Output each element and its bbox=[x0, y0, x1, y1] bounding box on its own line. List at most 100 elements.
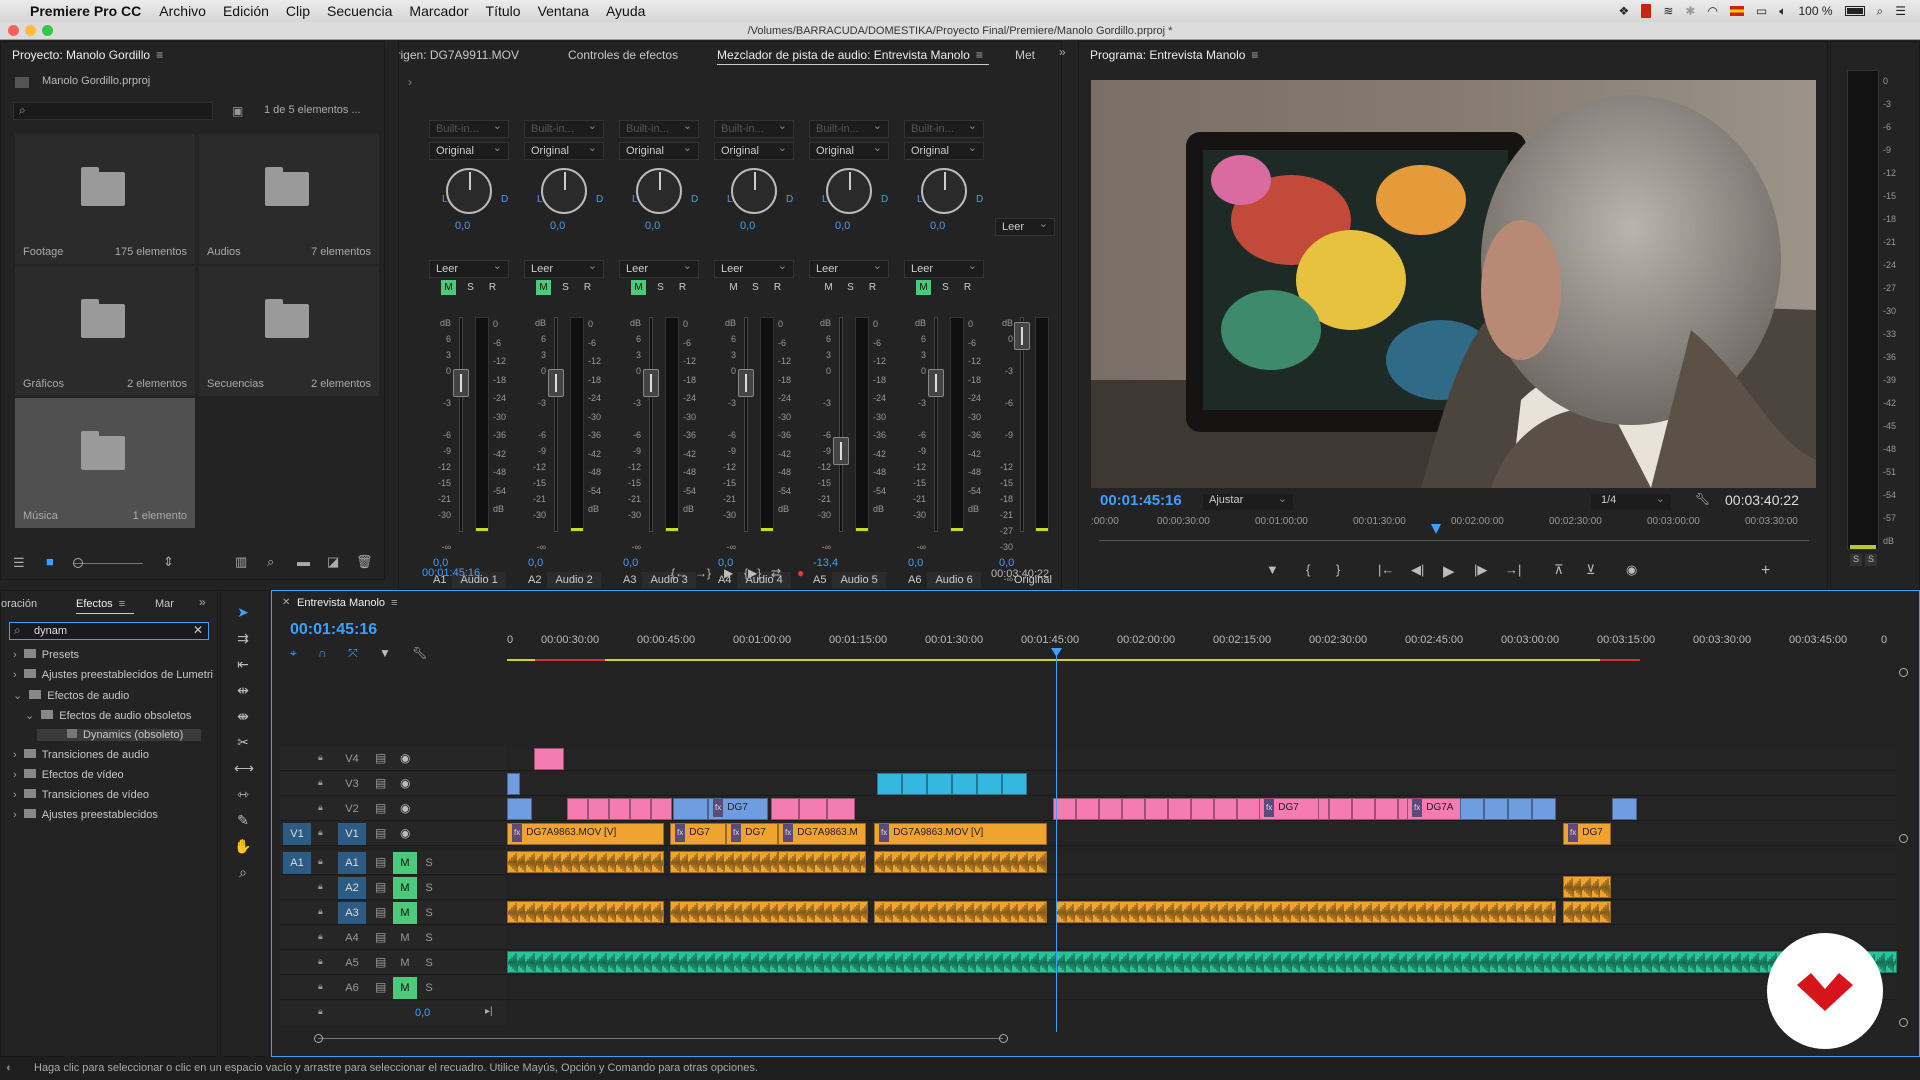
sync-lock-icon[interactable]: ▤ bbox=[375, 980, 386, 994]
pan-knob[interactable] bbox=[731, 168, 777, 214]
record-button[interactable]: R bbox=[675, 280, 690, 295]
effects-tree-item[interactable]: ⌄ Efectos de audio obsoletos bbox=[25, 709, 191, 722]
mark-in-icon[interactable]: { bbox=[1306, 562, 1310, 577]
mute-button[interactable]: M bbox=[631, 280, 646, 295]
track-target-a5[interactable]: A5 bbox=[338, 952, 366, 974]
effects-tree-item[interactable]: › Efectos de vídeo bbox=[13, 769, 124, 781]
mute-button[interactable]: M bbox=[821, 280, 836, 295]
channel-input-select[interactable]: Original bbox=[809, 140, 889, 160]
bin-audios[interactable]: Audios 7 elementos bbox=[199, 134, 379, 264]
video-clip-v2[interactable] bbox=[1076, 798, 1099, 820]
eye-icon[interactable]: ◉ bbox=[400, 776, 410, 790]
fader-cap[interactable] bbox=[643, 369, 659, 397]
menu-secuencia[interactable]: Secuencia bbox=[327, 3, 392, 19]
fader-cap[interactable] bbox=[738, 369, 754, 397]
sync-lock-icon[interactable]: ▤ bbox=[375, 880, 386, 894]
sync-lock-icon[interactable]: ▤ bbox=[375, 751, 386, 765]
lock-icon[interactable]: 🔒︎ bbox=[318, 1006, 323, 1017]
audio-clip-a1[interactable] bbox=[507, 851, 664, 873]
add-button-icon[interactable]: + bbox=[1761, 562, 1770, 580]
track-target-v4[interactable]: V4 bbox=[338, 748, 366, 770]
program-video-frame[interactable] bbox=[1091, 80, 1816, 488]
tab-marcadores[interactable]: Mar bbox=[155, 598, 174, 610]
automate-icon[interactable]: ▥ bbox=[235, 554, 247, 570]
clear-search-icon[interactable]: ✕ bbox=[193, 623, 203, 637]
app-name-menu[interactable]: Premiere Pro CC bbox=[30, 3, 141, 19]
pan-knob[interactable] bbox=[636, 168, 682, 214]
program-timecode[interactable]: 00:01:45:16 bbox=[1100, 492, 1182, 509]
sync-lock-icon[interactable]: ▤ bbox=[375, 930, 386, 944]
video-clip-v1[interactable]: fx DG7A9863.MOV [V] bbox=[874, 823, 1047, 845]
track-mute-button[interactable]: M bbox=[393, 877, 417, 899]
sync-lock-icon[interactable]: ▤ bbox=[375, 955, 386, 969]
vertical-zoom-mid[interactable] bbox=[1899, 834, 1908, 843]
pan-knob[interactable] bbox=[446, 168, 492, 214]
audio-clip-a1[interactable] bbox=[778, 851, 866, 873]
volume-fader[interactable]: dB 6 3 0 -3 -6 -9 -12 -15 -21 -30 -∞ 0 -6 -12 -18 -24 -30… bbox=[524, 307, 609, 552]
play-button[interactable]: ▶ bbox=[1443, 562, 1455, 580]
menu-edicion[interactable]: Edición bbox=[223, 3, 269, 19]
effects-tree-item[interactable]: ⌄ Efectos de audio bbox=[13, 689, 129, 702]
chevron-right-icon[interactable]: › bbox=[13, 809, 20, 821]
scroll-handle-right[interactable] bbox=[999, 1034, 1008, 1043]
solo-left-button[interactable]: S bbox=[1850, 554, 1862, 566]
video-clip-v2[interactable] bbox=[673, 798, 708, 820]
video-clip-v3[interactable] bbox=[902, 773, 927, 795]
minimize-window-icon[interactable] bbox=[25, 25, 36, 36]
effect-slot[interactable]: Built-in... bbox=[714, 118, 794, 138]
video-clip-v2[interactable] bbox=[1145, 798, 1168, 820]
razor-icon[interactable]: ✂ bbox=[234, 734, 252, 752]
audio-clip-a5[interactable] bbox=[507, 951, 1897, 973]
video-clip-v2[interactable] bbox=[507, 798, 532, 820]
project-search-input[interactable]: ⌕ bbox=[13, 102, 213, 120]
rate-stretch-icon[interactable]: ⇼ bbox=[234, 708, 252, 726]
track-mute-button[interactable]: M bbox=[393, 927, 417, 949]
bin-secuencias[interactable]: Secuencias 2 elementos bbox=[199, 266, 379, 396]
bin-musica[interactable]: Música 1 elemento bbox=[15, 398, 195, 528]
more-tabs-icon[interactable]: » bbox=[1059, 45, 1066, 59]
slip-icon[interactable]: ⟷ bbox=[234, 760, 254, 778]
eye-icon[interactable]: ◉ bbox=[400, 801, 410, 815]
effects-tree-item[interactable]: › Ajustes preestablecidos bbox=[13, 809, 158, 821]
chevron-right-icon[interactable]: › bbox=[13, 789, 20, 801]
video-clip-v2[interactable] bbox=[1532, 798, 1556, 820]
volume-fader[interactable]: dB 6 3 0 -3 -6 -9 -12 -15 -21 -30 -∞ 0 -6 -12 -18 -24 -30… bbox=[809, 307, 894, 552]
track-target-a3[interactable]: A3 bbox=[338, 902, 366, 924]
program-tab[interactable]: Programa: Entrevista Manolo ≡ bbox=[1090, 48, 1258, 62]
video-clip-v2[interactable] bbox=[651, 798, 672, 820]
effect-slot[interactable]: Built-in... bbox=[524, 118, 604, 138]
find-icon[interactable]: ⌕ bbox=[267, 554, 274, 570]
solo-button[interactable]: S bbox=[463, 280, 478, 295]
timeline-scrollbar[interactable] bbox=[318, 1038, 1003, 1039]
go-to-end-icon[interactable]: ▸| bbox=[485, 1006, 493, 1017]
slide-icon[interactable]: ⇿ bbox=[234, 786, 252, 804]
sync-lock-icon[interactable]: ▤ bbox=[375, 776, 386, 790]
volume-fader[interactable]: dB 6 3 0 -3 -6 -9 -12 -15 -21 -30 -∞ 0 -6 -12 -18 -24 -30… bbox=[429, 307, 514, 552]
tab-informacion[interactable]: oración bbox=[1, 598, 37, 610]
video-clip-v2[interactable] bbox=[1375, 798, 1398, 820]
lock-icon[interactable]: 🔒︎ bbox=[318, 777, 323, 788]
lock-icon[interactable]: 🔒︎ bbox=[318, 827, 323, 838]
pan-value[interactable]: 0,0 bbox=[740, 220, 755, 232]
track-solo-button[interactable]: S bbox=[420, 877, 438, 899]
solo-button[interactable]: S bbox=[653, 280, 668, 295]
volume-fader[interactable]: dB 6 3 0 -3 -6 -9 -12 -15 -21 -30 -∞ 0 -6 -12 -18 -24 -30… bbox=[619, 307, 704, 552]
source-patch-a1[interactable]: A1 bbox=[283, 852, 311, 874]
menu-ventana[interactable]: Ventana bbox=[538, 3, 589, 19]
menu-titulo[interactable]: Título bbox=[486, 3, 521, 19]
effect-slot[interactable]: Built-in... bbox=[904, 118, 984, 138]
chevron-down-icon[interactable]: ⌄ bbox=[25, 710, 37, 722]
channel-input-select[interactable]: Original bbox=[714, 140, 794, 160]
battery-label[interactable]: 100 % bbox=[1798, 4, 1832, 18]
airplay-icon[interactable]: ▭ bbox=[1756, 4, 1767, 18]
menu-list-icon[interactable]: ☰ bbox=[1895, 4, 1906, 18]
audio-clip-a1[interactable] bbox=[874, 851, 1047, 873]
audio-clip-a3[interactable] bbox=[670, 901, 868, 923]
channel-input-select[interactable]: Original bbox=[429, 140, 509, 160]
play-icon[interactable]: ▶ bbox=[724, 566, 733, 580]
video-clip-v2[interactable] bbox=[799, 798, 827, 820]
track-lane[interactable] bbox=[507, 747, 1897, 771]
mixer-timecode[interactable]: 00:01:45:16 bbox=[422, 567, 480, 579]
wifi-icon[interactable]: ◠ bbox=[1707, 4, 1717, 18]
record-button[interactable]: R bbox=[580, 280, 595, 295]
